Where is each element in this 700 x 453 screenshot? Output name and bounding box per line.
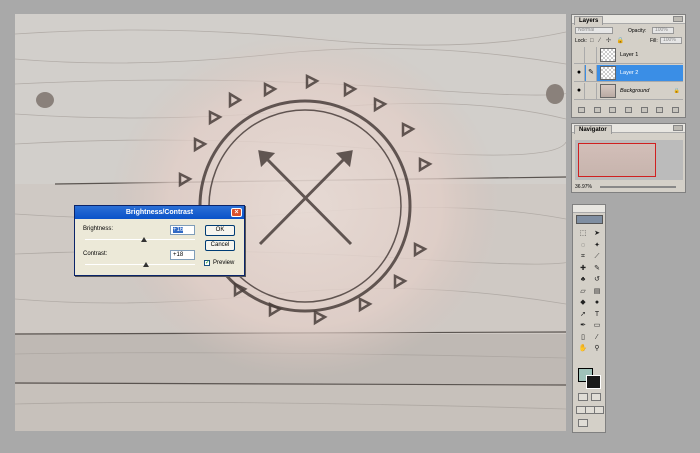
zoom-icon[interactable]: ⚲	[591, 344, 603, 354]
eyedropper-icon[interactable]: ⁄	[591, 333, 603, 343]
lock-icon: 🔒	[673, 88, 680, 94]
standard-mode-icon[interactable]	[578, 393, 588, 401]
panel-menu-icon[interactable]	[673, 16, 683, 22]
brightness-slider-thumb[interactable]	[141, 237, 148, 242]
lasso-icon[interactable]: ◌	[577, 241, 589, 251]
brightness-input[interactable]: +16	[170, 225, 195, 235]
healing-icon[interactable]: ✚	[577, 264, 589, 274]
view-box[interactable]	[578, 143, 656, 177]
pen-icon[interactable]: ✒	[577, 321, 589, 331]
tab-navigator[interactable]: Navigator	[574, 125, 612, 134]
cancel-button[interactable]: Cancel	[205, 240, 235, 251]
trash-icon[interactable]	[671, 107, 679, 113]
mask-icon[interactable]	[609, 107, 617, 113]
layers-panel-header[interactable]: Layers	[572, 15, 685, 25]
fill-input[interactable]: 100%	[660, 37, 682, 44]
brush-icon[interactable]: ✎	[591, 264, 603, 274]
zoom-slider[interactable]	[600, 186, 676, 188]
layer-name: Background	[620, 88, 650, 94]
jump-to-imageready-icon[interactable]	[578, 419, 588, 427]
contrast-slider-thumb[interactable]	[142, 262, 149, 267]
type-icon[interactable]: T	[591, 310, 603, 320]
preview-checkbox[interactable]: ✓	[204, 260, 210, 266]
layer-thumbnail	[600, 48, 616, 62]
dialog-titlebar[interactable]: Brightness/Contrast ×	[75, 206, 244, 219]
screen-mode-full-icon[interactable]	[594, 406, 604, 414]
navigator-panel-header[interactable]: Navigator	[572, 124, 685, 134]
preview-label: Preview	[213, 260, 235, 266]
background-color-swatch[interactable]	[586, 375, 601, 389]
visibility-toggle[interactable]	[574, 47, 585, 63]
zoom-level[interactable]: 36.97%	[575, 184, 592, 190]
link-layers-icon[interactable]	[578, 107, 586, 113]
path-select-icon[interactable]: ➚	[577, 310, 589, 320]
lock-icons[interactable]: □ ⁄ ✢ 🔒	[590, 37, 626, 44]
layer-row-layer-2[interactable]: ● ✎ Layer 2	[574, 65, 683, 82]
layers-panel: Layers Normal Opacity: 100% Lock: □ ⁄ ✢ …	[571, 14, 686, 118]
layer-style-icon[interactable]	[593, 107, 601, 113]
layer-row-layer-1[interactable]: Layer 1	[574, 47, 683, 64]
layer-thumbnail	[600, 84, 616, 98]
link-toggle[interactable]	[586, 83, 597, 99]
opacity-label: Opacity:	[628, 28, 647, 34]
eraser-icon[interactable]: ▱	[577, 287, 589, 297]
layer-thumbnail	[600, 66, 616, 80]
brightness-label: Brightness:	[83, 226, 114, 232]
eye-icon[interactable]: ●	[574, 83, 585, 99]
contrast-slider[interactable]	[85, 264, 195, 265]
fill-label: Fill:	[650, 38, 658, 44]
photoshop-logo-icon[interactable]	[576, 215, 603, 224]
brightness-contrast-dialog: Brightness/Contrast × Brightness: +16 Co…	[74, 205, 245, 276]
contrast-label: Contrast:	[83, 251, 108, 257]
layer-name: Layer 2	[620, 70, 639, 76]
ok-button[interactable]: OK	[205, 225, 235, 236]
dialog-title: Brightness/Contrast	[125, 209, 194, 216]
slice-icon[interactable]: ⟋	[591, 252, 603, 262]
navigator-thumbnail[interactable]	[575, 140, 683, 180]
stamp-icon[interactable]: ♣	[577, 275, 589, 285]
notes-icon[interactable]: ▯	[577, 333, 589, 343]
dodge-icon[interactable]: ●	[591, 298, 603, 308]
new-layer-icon[interactable]	[656, 107, 664, 113]
adjustment-layer-icon[interactable]	[640, 107, 648, 113]
link-toggle[interactable]	[586, 47, 597, 63]
brightness-slider[interactable]	[85, 239, 195, 240]
new-set-icon[interactable]	[624, 107, 632, 113]
move-icon[interactable]: ➤	[591, 229, 603, 239]
quick-mask-icon[interactable]	[591, 393, 601, 401]
close-icon[interactable]: ×	[231, 208, 242, 217]
layer-row-background[interactable]: ● Background 🔒	[574, 83, 683, 100]
blur-icon[interactable]: ◆	[577, 298, 589, 308]
toolbox-header[interactable]	[573, 205, 605, 213]
toolbox: ⬚ ➤ ◌ ✦ ⌗ ⟋ ✚ ✎ ♣ ↺ ▱ ▤ ◆ ● ➚ T ✒ ▭ ▯ ⁄ ✋ ⚲	[572, 204, 606, 433]
lock-label: Lock:	[575, 38, 587, 44]
magic-wand-icon[interactable]: ✦	[591, 241, 603, 251]
shape-icon[interactable]: ▭	[591, 321, 603, 331]
brush-icon[interactable]: ✎	[586, 65, 597, 81]
history-brush-icon[interactable]: ↺	[591, 275, 603, 285]
contrast-input[interactable]: +18	[170, 250, 195, 260]
marquee-icon[interactable]: ⬚	[577, 229, 589, 239]
hand-icon[interactable]: ✋	[577, 344, 589, 354]
eye-icon[interactable]: ●	[574, 65, 585, 81]
tab-layers[interactable]: Layers	[574, 16, 604, 25]
crop-icon[interactable]: ⌗	[577, 252, 589, 262]
navigator-panel: Navigator 36.97%	[571, 123, 686, 193]
blend-mode-select[interactable]: Normal	[575, 27, 613, 34]
layer-actions	[574, 107, 683, 115]
gradient-icon[interactable]: ▤	[591, 287, 603, 297]
layer-name: Layer 1	[620, 52, 639, 58]
opacity-input[interactable]: 100%	[652, 27, 674, 34]
panel-menu-icon[interactable]	[673, 125, 683, 131]
